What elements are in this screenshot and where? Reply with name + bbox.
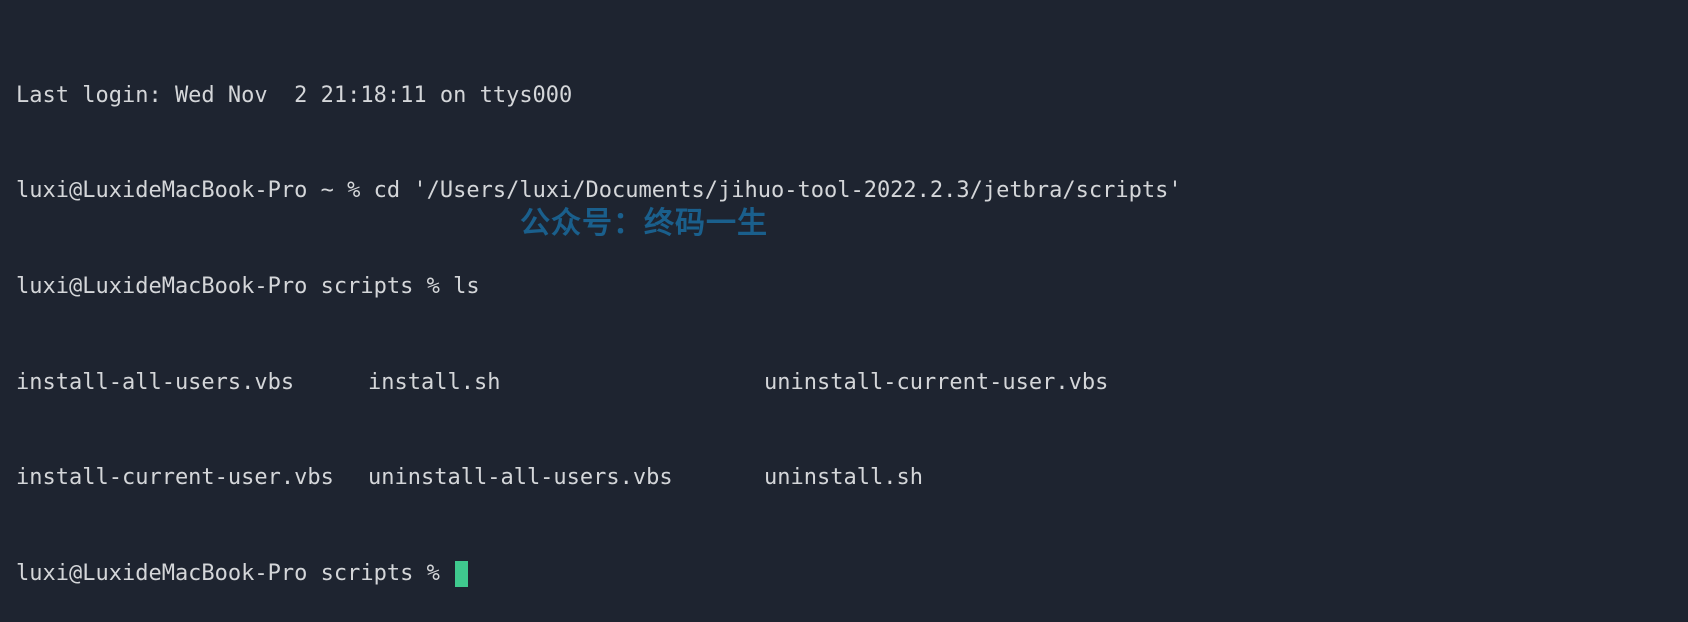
command-line-2: luxi@LuxideMacBook-Pro scripts % ls xyxy=(16,271,1672,303)
command-text: ls xyxy=(453,274,480,299)
ls-file: uninstall-all-users.vbs xyxy=(368,462,764,494)
ls-file: uninstall.sh xyxy=(764,462,923,494)
ls-file: install.sh xyxy=(368,367,764,399)
terminal-output[interactable]: Last login: Wed Nov 2 21:18:11 on ttys00… xyxy=(16,16,1672,622)
prompt-text: luxi@LuxideMacBook-Pro scripts % xyxy=(16,558,453,590)
ls-file: install-all-users.vbs xyxy=(16,367,368,399)
last-login-line: Last login: Wed Nov 2 21:18:11 on ttys00… xyxy=(16,80,1672,112)
ls-output-row-2: install-current-user.vbs uninstall-all-u… xyxy=(16,462,1672,494)
ls-output-row-1: install-all-users.vbs install.sh uninsta… xyxy=(16,367,1672,399)
cursor-block xyxy=(455,561,468,587)
ls-file: uninstall-current-user.vbs xyxy=(764,367,1108,399)
current-prompt-line[interactable]: luxi@LuxideMacBook-Pro scripts % xyxy=(16,558,1672,590)
prompt-text: luxi@LuxideMacBook-Pro scripts % xyxy=(16,274,453,299)
command-text: cd '/Users/luxi/Documents/jihuo-tool-202… xyxy=(374,178,1182,203)
ls-file: install-current-user.vbs xyxy=(16,462,368,494)
prompt-text: luxi@LuxideMacBook-Pro ~ % xyxy=(16,178,374,203)
command-line-1: luxi@LuxideMacBook-Pro ~ % cd '/Users/lu… xyxy=(16,175,1672,207)
